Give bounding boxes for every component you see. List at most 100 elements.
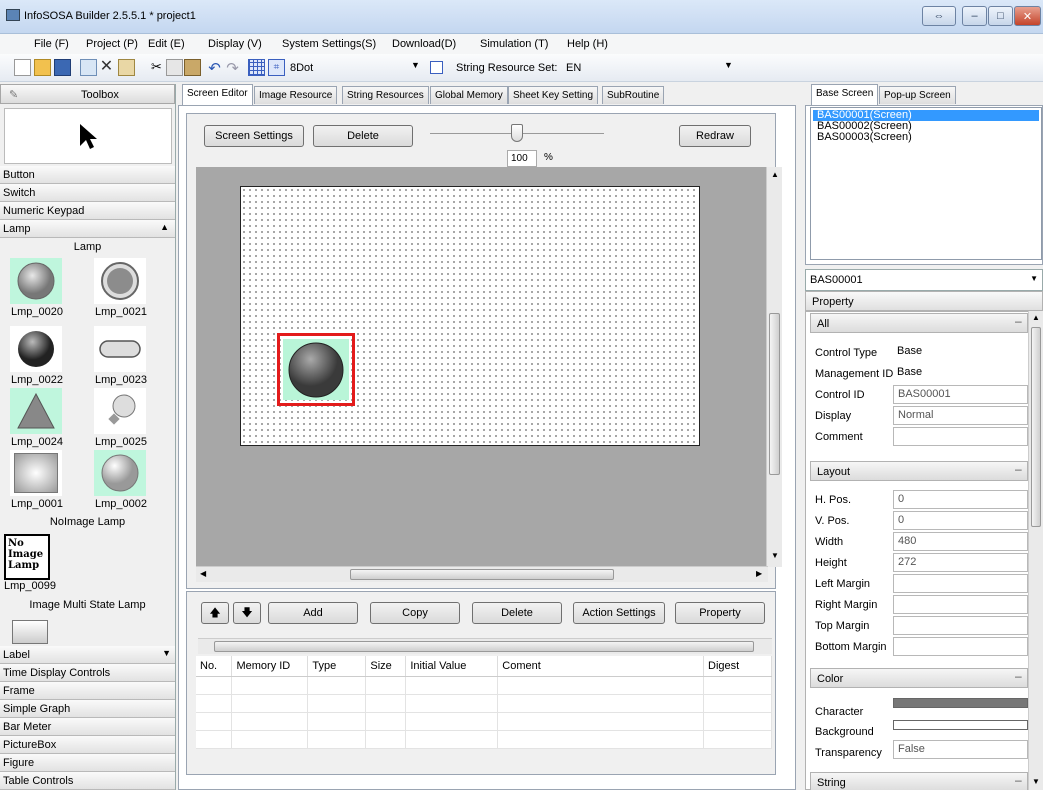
category-frame[interactable]: Frame (0, 682, 175, 700)
move-down-button[interactable]: 🡇 (233, 602, 261, 624)
lamp-lmp0002[interactable] (94, 450, 146, 496)
tab-popup-screen[interactable]: Pop-up Screen (879, 86, 956, 104)
column-header-type[interactable]: Type (307, 656, 367, 677)
tab-sheet-key-setting[interactable]: Sheet Key Setting (508, 86, 599, 104)
canvas-horizontal-scrollbar[interactable]: ◀ ▶ (196, 566, 768, 582)
canvas-vertical-scrollbar[interactable]: ▲ ▼ (766, 167, 782, 567)
category-picturebox[interactable]: PictureBox (0, 736, 175, 754)
section-all[interactable]: All (810, 313, 1028, 333)
column-header-digest[interactable]: Digest (703, 656, 772, 677)
scroll-thumb[interactable] (350, 569, 614, 580)
add-memory-button[interactable]: Add (268, 602, 358, 624)
cut-icon[interactable]: ✂ (148, 59, 165, 76)
lamp-lmp0025[interactable] (94, 388, 146, 434)
scroll-right-icon[interactable]: ▶ (756, 569, 762, 578)
string-resource-select[interactable]: EN (566, 62, 581, 74)
menu-system-settings[interactable]: System Settings(S) (282, 38, 376, 50)
prop-value-height[interactable]: 272 (893, 553, 1028, 572)
prop-value-transparency[interactable]: False (893, 740, 1028, 759)
menu-file[interactable]: File (F) (34, 38, 69, 50)
zoom-value[interactable]: 100 (507, 150, 537, 167)
prop-value-hpos[interactable]: 0 (893, 490, 1028, 509)
multistate-lamp-tile[interactable] (12, 620, 48, 644)
background-color-swatch[interactable] (893, 720, 1028, 730)
table-row[interactable] (196, 712, 772, 731)
property-button[interactable]: Property (675, 602, 765, 624)
maximize-icon[interactable]: □ (988, 6, 1013, 26)
section-color[interactable]: Color (810, 668, 1028, 688)
menu-help[interactable]: Help (H) (567, 38, 608, 50)
open-folder-icon[interactable] (34, 59, 51, 76)
category-simple-graph[interactable]: Simple Graph (0, 700, 175, 718)
category-numeric-keypad[interactable]: Numeric Keypad (0, 202, 175, 220)
screen-list-item[interactable]: BAS00003(Screen) (813, 132, 1039, 143)
column-header-memory-id[interactable]: Memory ID (231, 656, 309, 677)
grid-size-chevron-icon[interactable]: ▼ (411, 60, 420, 70)
lamp-lmp0024[interactable] (10, 388, 62, 434)
column-header-initial-value[interactable]: Initial Value (405, 656, 499, 677)
category-time-display[interactable]: Time Display Controls (0, 664, 175, 682)
collapse-icon[interactable]: – (1015, 462, 1022, 476)
column-header-size[interactable]: Size (365, 656, 407, 677)
prop-value-bottom-margin[interactable] (893, 637, 1028, 656)
scroll-left-icon[interactable]: ◀ (200, 569, 206, 578)
prop-value-comment[interactable] (893, 427, 1028, 446)
section-layout[interactable]: Layout (810, 461, 1028, 481)
restore-down-icon[interactable]: ⇔ (922, 6, 956, 26)
lamp-lmp0022[interactable] (10, 326, 62, 372)
scroll-down-icon[interactable]: ▼ (1032, 777, 1040, 786)
move-up-button[interactable]: 🡅 (201, 602, 229, 624)
category-figure[interactable]: Figure (0, 754, 175, 772)
string-resource-chevron-icon[interactable]: ▼ (724, 60, 733, 70)
category-label[interactable]: Label ▼ (0, 646, 175, 664)
lamp-lmp0023[interactable] (94, 326, 146, 372)
resource-checkbox[interactable] (430, 61, 443, 74)
scroll-thumb[interactable] (214, 641, 754, 652)
column-header-comment[interactable]: Coment (497, 656, 704, 677)
lamp-lmp0001[interactable] (10, 450, 62, 496)
snap-grid-icon[interactable]: ⌗ (268, 59, 285, 76)
category-button[interactable]: Button (0, 166, 175, 184)
redraw-button[interactable]: Redraw (679, 125, 751, 147)
tab-image-resource[interactable]: Image Resource (254, 86, 338, 104)
table-row[interactable] (196, 694, 772, 713)
scroll-thumb[interactable] (1031, 327, 1041, 527)
memory-horizontal-scrollbar[interactable] (198, 638, 772, 654)
tab-subroutine[interactable]: SubRoutine (602, 86, 665, 104)
table-row[interactable] (196, 676, 772, 695)
section-string[interactable]: String (810, 772, 1028, 790)
category-table-controls[interactable]: Table Controls (0, 772, 175, 790)
redo-icon[interactable]: ↷ (224, 59, 241, 77)
properties-icon[interactable] (118, 59, 135, 76)
noimage-lamp-tile[interactable]: No Image Lamp (4, 534, 50, 580)
tab-screen-editor[interactable]: Screen Editor (182, 84, 253, 105)
copy-memory-button[interactable]: Copy (370, 602, 460, 624)
menu-project[interactable]: Project (P) (86, 38, 138, 50)
grid-size-select[interactable]: 8Dot (290, 62, 313, 74)
prop-value-display[interactable]: Normal (893, 406, 1028, 425)
delete-memory-button[interactable]: Delete (472, 602, 562, 624)
tab-string-resources[interactable]: String Resources (342, 86, 429, 104)
tab-base-screen[interactable]: Base Screen (811, 84, 879, 105)
grid-toggle-icon[interactable] (248, 59, 265, 76)
design-screen[interactable] (240, 186, 700, 446)
scroll-thumb[interactable] (769, 313, 780, 475)
category-bar-meter[interactable]: Bar Meter (0, 718, 175, 736)
copy-icon[interactable] (166, 59, 183, 76)
prop-value-width[interactable]: 480 (893, 532, 1028, 551)
prop-value-top-margin[interactable] (893, 616, 1028, 635)
prop-value-vpos[interactable]: 0 (893, 511, 1028, 530)
tab-global-memory[interactable]: Global Memory (430, 86, 508, 104)
paste-icon[interactable] (184, 59, 201, 76)
table-row[interactable] (196, 730, 772, 749)
prop-value-left-margin[interactable] (893, 574, 1028, 593)
scroll-up-icon[interactable]: ▲ (1032, 313, 1040, 322)
collapse-up-icon[interactable]: ▲ (160, 222, 169, 232)
menu-edit[interactable]: Edit (E) (148, 38, 185, 50)
close-icon[interactable]: ✕ (1014, 6, 1041, 26)
screen-settings-button[interactable]: Screen Settings (204, 125, 304, 147)
pointer-tool[interactable] (4, 108, 172, 164)
expand-down-icon[interactable]: ▼ (162, 648, 171, 658)
undo-icon[interactable]: ↶ (206, 59, 223, 77)
menu-display[interactable]: Display (V) (208, 38, 262, 50)
